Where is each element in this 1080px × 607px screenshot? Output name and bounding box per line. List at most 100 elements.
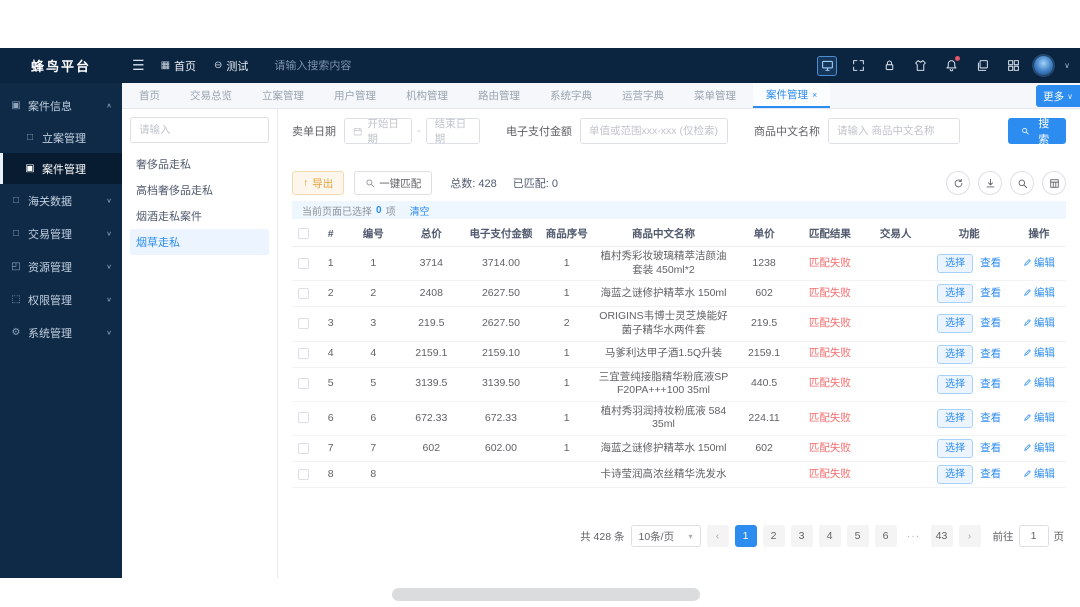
edit-link[interactable]: 编辑 bbox=[1023, 377, 1055, 389]
page-button[interactable]: 5 bbox=[846, 525, 869, 547]
view-link[interactable]: 查看 bbox=[980, 317, 1001, 329]
sidebar-item[interactable]: ⬚ 权限管理 ∨ bbox=[0, 283, 122, 316]
tab[interactable]: 菜单管理 bbox=[681, 83, 753, 108]
product-name-input[interactable] bbox=[828, 118, 961, 144]
tab[interactable]: 路由管理 bbox=[465, 83, 537, 108]
view-link[interactable]: 查看 bbox=[980, 257, 1001, 269]
layers-copy-icon[interactable] bbox=[972, 56, 992, 76]
page-button[interactable]: 6 bbox=[874, 525, 897, 547]
row-checkbox[interactable] bbox=[298, 287, 310, 299]
tab[interactable]: 机构管理 bbox=[393, 83, 465, 108]
page-button[interactable]: ··· bbox=[903, 525, 925, 547]
tab[interactable]: 系统字典 bbox=[537, 83, 609, 108]
edit-link[interactable]: 编辑 bbox=[1023, 442, 1055, 454]
select-button[interactable]: 选择 bbox=[937, 314, 974, 334]
select-button[interactable]: 选择 bbox=[937, 439, 974, 459]
row-checkbox[interactable] bbox=[298, 442, 310, 454]
category-list-item[interactable]: 烟酒走私案件 bbox=[130, 203, 269, 229]
one-click-match-button[interactable]: 一键匹配 bbox=[354, 171, 433, 195]
search-button[interactable]: 搜索 bbox=[1008, 118, 1066, 146]
fullscreen-icon[interactable] bbox=[848, 56, 868, 76]
page-size-select[interactable]: 10条/页 ▾ bbox=[630, 525, 701, 547]
sidebar-item[interactable]: ▣ 案件管理 bbox=[0, 153, 122, 184]
tab[interactable]: 交易总览 bbox=[177, 83, 249, 108]
category-search-input[interactable] bbox=[130, 117, 269, 143]
sidebar-item[interactable]: ▣ 案件信息 ∧ bbox=[0, 89, 122, 122]
edit-link[interactable]: 编辑 bbox=[1023, 468, 1055, 480]
lock-icon[interactable] bbox=[879, 56, 899, 76]
select-all-checkbox[interactable] bbox=[298, 228, 310, 240]
export-button[interactable]: ↑ 导出 bbox=[292, 171, 345, 195]
tab-label: 用户管理 bbox=[334, 90, 376, 102]
edit-link[interactable]: 编辑 bbox=[1023, 412, 1055, 424]
row-checkbox[interactable] bbox=[298, 412, 310, 424]
sidebar-item[interactable]: □ 交易管理 ∨ bbox=[0, 217, 122, 250]
tab[interactable]: 首页 bbox=[126, 83, 177, 108]
row-checkbox[interactable] bbox=[298, 378, 310, 390]
cell-number: 6 bbox=[346, 401, 401, 437]
row-checkbox[interactable] bbox=[298, 257, 310, 269]
avatar-chevron-down-icon[interactable]: ∨ bbox=[1064, 61, 1070, 70]
view-link[interactable]: 查看 bbox=[980, 442, 1001, 454]
top-menu-test[interactable]: ⊖ 测试 bbox=[214, 58, 248, 74]
column-settings-icon[interactable] bbox=[1042, 171, 1066, 195]
zoom-icon[interactable] bbox=[1010, 171, 1034, 195]
page-button[interactable]: 43 bbox=[930, 525, 953, 547]
page-button[interactable]: 4 bbox=[818, 525, 841, 547]
select-button[interactable]: 选择 bbox=[937, 254, 974, 274]
download-icon[interactable] bbox=[978, 171, 1002, 195]
select-button[interactable]: 选择 bbox=[937, 408, 974, 428]
category-list-item[interactable]: 烟草走私 bbox=[130, 229, 269, 255]
theme-shirt-icon[interactable] bbox=[910, 56, 930, 76]
tab[interactable]: 运营字典 bbox=[609, 83, 681, 108]
top-menu-home[interactable]: ▦ 首页 bbox=[161, 58, 196, 74]
sidebar-item[interactable]: ⚙ 系统管理 ∨ bbox=[0, 316, 122, 349]
date-start-picker[interactable]: 开始日期 bbox=[344, 118, 413, 145]
hamburger-menu-icon[interactable]: ☰ bbox=[132, 57, 145, 74]
prev-page-button[interactable]: ‹ bbox=[706, 525, 729, 547]
amount-input[interactable] bbox=[580, 118, 729, 144]
tab[interactable]: 用户管理 bbox=[321, 83, 393, 108]
row-checkbox[interactable] bbox=[298, 468, 310, 480]
page-button[interactable]: 2 bbox=[762, 525, 785, 547]
edit-link[interactable]: 编辑 bbox=[1023, 317, 1055, 329]
global-search-input[interactable] bbox=[274, 59, 425, 72]
user-avatar[interactable] bbox=[1034, 56, 1054, 75]
select-button[interactable]: 选择 bbox=[937, 284, 974, 304]
view-link[interactable]: 查看 bbox=[980, 287, 1001, 299]
next-page-button[interactable]: › bbox=[958, 525, 981, 547]
page-button[interactable]: 1 bbox=[734, 525, 757, 547]
edit-link[interactable]: 编辑 bbox=[1023, 347, 1055, 359]
view-link[interactable]: 查看 bbox=[980, 348, 1001, 360]
monitor-icon[interactable] bbox=[817, 55, 838, 76]
notification-bell-icon[interactable] bbox=[941, 55, 961, 76]
goto-page-input[interactable] bbox=[1018, 525, 1049, 547]
date-end-picker[interactable]: 结束日期 bbox=[425, 118, 481, 145]
select-button[interactable]: 选择 bbox=[937, 374, 974, 394]
tab[interactable]: 立案管理 bbox=[249, 83, 321, 108]
edit-link[interactable]: 编辑 bbox=[1023, 287, 1055, 299]
category-list-item[interactable]: 奢侈品走私 bbox=[130, 151, 269, 177]
tab-close-icon[interactable]: × bbox=[812, 90, 817, 100]
apps-grid-icon[interactable] bbox=[1003, 56, 1023, 76]
more-tabs-button[interactable]: 更多 ∨ bbox=[1036, 85, 1080, 107]
cell-epay-amount: 672.33 bbox=[462, 401, 540, 437]
edit-link[interactable]: 编辑 bbox=[1023, 257, 1055, 269]
row-checkbox[interactable] bbox=[298, 347, 310, 359]
view-link[interactable]: 查看 bbox=[980, 468, 1001, 480]
category-list-item[interactable]: 高档奢侈品走私 bbox=[130, 177, 269, 203]
select-button[interactable]: 选择 bbox=[937, 465, 974, 485]
clear-selection-link[interactable]: 清空 bbox=[410, 203, 430, 218]
cell-match-result: 匹配失败 bbox=[795, 341, 865, 368]
row-checkbox[interactable] bbox=[298, 317, 310, 329]
table-row: 7 7 602 602.00 1 海蓝之谜修护精萃水 150ml 602 匹配失… bbox=[292, 435, 1066, 463]
tab[interactable]: 案件管理 × bbox=[753, 83, 831, 108]
page-button[interactable]: 3 bbox=[790, 525, 813, 547]
refresh-icon[interactable] bbox=[946, 171, 970, 195]
sidebar-item[interactable]: □ 立案管理 bbox=[0, 122, 122, 153]
sidebar-item[interactable]: □ 海关数据 ∨ bbox=[0, 184, 122, 217]
view-link[interactable]: 查看 bbox=[980, 378, 1001, 390]
select-button[interactable]: 选择 bbox=[937, 344, 974, 364]
view-link[interactable]: 查看 bbox=[980, 412, 1001, 424]
sidebar-item[interactable]: ◰ 资源管理 ∨ bbox=[0, 250, 122, 283]
